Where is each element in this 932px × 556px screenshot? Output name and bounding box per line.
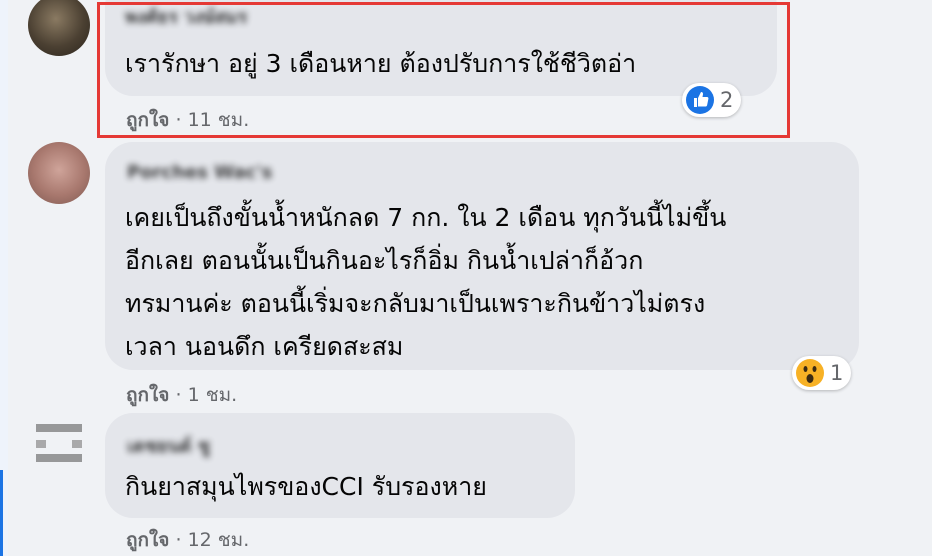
wow-icon: [796, 359, 824, 387]
comment-actions: ถูกใจ · 12 ชม.: [126, 525, 249, 555]
avatar[interactable]: [28, 0, 90, 56]
comment-timestamp[interactable]: 1 ชม.: [188, 384, 238, 406]
like-button[interactable]: ถูกใจ: [126, 529, 169, 551]
comment-bubble: เตชยนต์ ชู กินยาสมุนไพรของCCI รับรองหาย: [105, 413, 575, 518]
comment-text: เคยเป็นถึงขั้นน้ำหนักลด 7 กก. ใน 2 เดือน…: [125, 203, 727, 361]
avatar[interactable]: [28, 412, 90, 474]
reaction-count: 1: [830, 361, 844, 385]
like-button[interactable]: ถูกใจ: [126, 384, 169, 406]
reaction-summary[interactable]: 1: [792, 356, 852, 390]
comment-author[interactable]: เตชยนต์ ชู: [127, 431, 210, 460]
separator: ·: [175, 384, 182, 406]
comment-text: กินยาสมุนไพรของCCI รับรองหาย: [125, 472, 487, 501]
separator: ·: [175, 529, 182, 551]
comment-author[interactable]: Porches Wac's: [127, 162, 272, 183]
highlight-box: [97, 2, 790, 138]
comment-actions: ถูกใจ · 1 ชม.: [126, 380, 237, 410]
comment-bubble: Porches Wac's เคยเป็นถึงขั้นน้ำหนักลด 7 …: [105, 142, 859, 370]
avatar-image: [36, 424, 82, 462]
comment-timestamp[interactable]: 12 ชม.: [188, 529, 250, 551]
avatar[interactable]: [28, 142, 90, 204]
left-edge-accent: [0, 470, 3, 556]
